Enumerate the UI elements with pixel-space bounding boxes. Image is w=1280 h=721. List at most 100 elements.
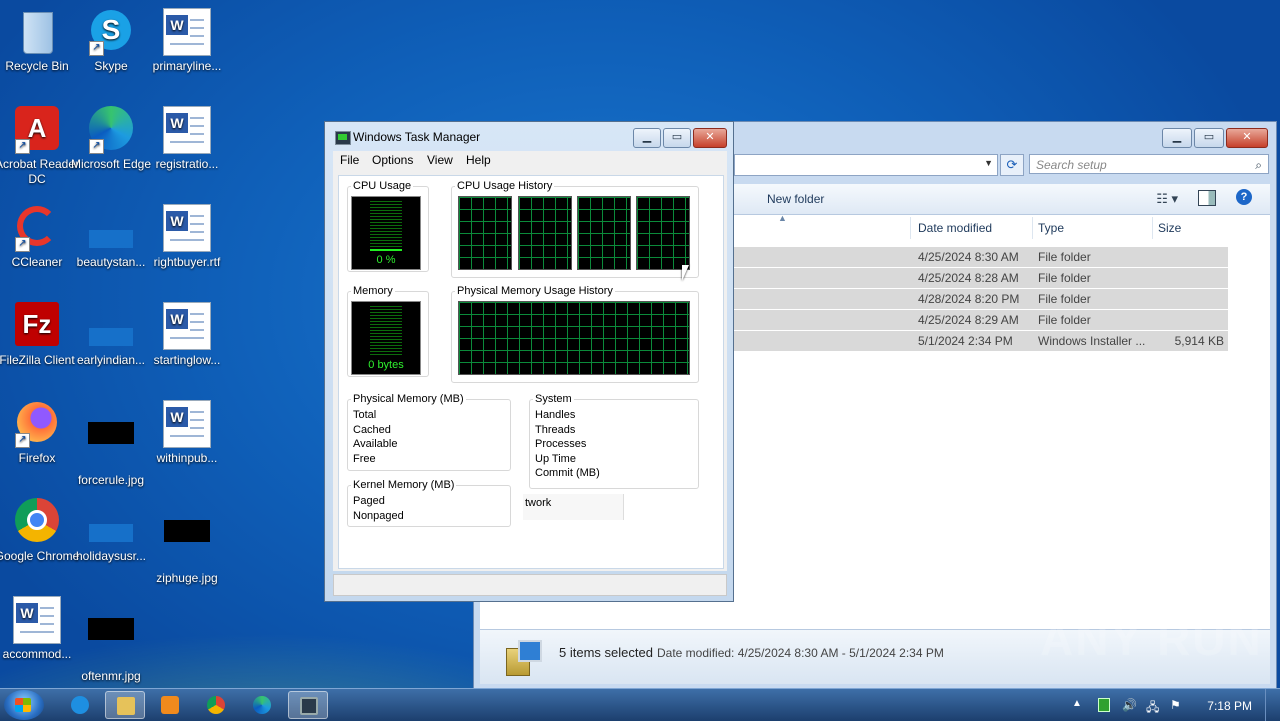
minimize-button[interactable]: ▁ — [633, 128, 661, 148]
tray-expand-icon[interactable]: ▲ — [1072, 698, 1082, 709]
desktop-icon-forcerule[interactable]: forcerule.jpg — [68, 400, 154, 488]
close-button[interactable]: ✕ — [693, 128, 727, 148]
file-size: 5,914 KB — [1174, 334, 1224, 348]
word-document-icon: W — [13, 596, 61, 644]
mouse-cursor-icon — [682, 265, 689, 281]
desktop-icon-label: Skype — [94, 59, 128, 73]
cpu-usage-fill — [370, 249, 402, 251]
memory-label: Memory — [351, 285, 395, 297]
recycle-bin-icon — [13, 8, 61, 56]
desktop-icon-label: Microsoft Edge — [70, 157, 152, 171]
taskbar-media-player[interactable] — [150, 691, 190, 719]
shortcut-arrow-icon: ↗ — [15, 237, 30, 252]
cpu-usage-value: 0 % — [376, 254, 396, 266]
taskbar-ie[interactable] — [60, 691, 100, 719]
stat-up-time: Up Time — [535, 453, 576, 465]
taskbar-task-manager[interactable] — [288, 691, 328, 719]
help-icon[interactable]: ? — [1236, 189, 1252, 205]
column-separator — [910, 217, 911, 239]
stat-handles: Handles — [535, 409, 576, 421]
chrome-icon — [207, 696, 225, 714]
desktop-icon-earlyindian[interactable]: earlyindian... — [68, 302, 154, 368]
desktop-icon-startinglow[interactable]: W startinglow... — [144, 302, 230, 368]
desktop-icon-withinpub[interactable]: W withinpub... — [144, 400, 230, 466]
desktop-icon-edge[interactable]: ↗ Microsoft Edge — [68, 106, 154, 172]
desktop-icon-beautystan[interactable]: beautystan... — [68, 204, 154, 270]
task-manager-icon — [335, 131, 351, 145]
desktop-icon-label: Firefox — [18, 451, 56, 465]
ccleaner-icon: ↗ — [13, 204, 61, 252]
maximize-button[interactable]: ▭ — [663, 128, 691, 148]
cpu-history-label: CPU Usage History — [455, 180, 555, 192]
maximize-button[interactable]: ▭ — [1194, 128, 1224, 148]
taskbar-clock[interactable]: 7:18 PM — [1207, 699, 1252, 713]
chrome-icon — [13, 498, 61, 546]
task-manager-caption-buttons: ▁ ▭ ✕ — [633, 128, 727, 148]
new-folder-button[interactable]: New folder — [767, 192, 824, 206]
desktop-icon-label: holidaysusr... — [75, 549, 147, 563]
start-button[interactable] — [4, 690, 44, 720]
taskbar-edge[interactable] — [242, 691, 282, 719]
desktop-icon-rightbuyer[interactable]: W rightbuyer.rtf — [144, 204, 230, 270]
chevron-down-icon[interactable]: ▼ — [984, 158, 993, 168]
word-document-icon: W — [163, 106, 211, 154]
stat-free: Free — [353, 453, 376, 465]
minimize-button[interactable]: ▁ — [1162, 128, 1192, 148]
refresh-button[interactable]: ⟳ — [1000, 154, 1024, 176]
memory-value: 0 bytes — [368, 359, 404, 371]
image-file-icon — [87, 302, 135, 350]
column-header-type[interactable]: Type — [1038, 221, 1064, 235]
menu-file[interactable]: File — [340, 153, 359, 167]
file-date: 4/25/2024 8:28 AM — [918, 271, 1019, 285]
file-date: 4/28/2024 8:20 PM — [918, 292, 1020, 306]
menu-view[interactable]: View — [427, 153, 453, 167]
performance-tab-body: CPU Usage 0 % CPU Usage History Memory 0… — [333, 169, 727, 571]
taskbar-chrome[interactable] — [196, 691, 236, 719]
sort-arrow-icon: ▲ — [778, 213, 787, 223]
window-title: Windows Task Manager — [353, 130, 481, 144]
desktop-icon-registratio[interactable]: W registratio... — [144, 106, 230, 172]
selection-date-range: Date modified: 4/25/2024 8:30 AM - 5/1/2… — [657, 646, 944, 660]
desktop-icon-holidaysusr[interactable]: holidaysusr... — [68, 498, 154, 564]
desktop-icon-skype[interactable]: S ↗ Skype — [68, 8, 154, 74]
image-file-icon — [87, 618, 135, 666]
shortcut-arrow-icon: ↗ — [15, 433, 30, 448]
task-manager-status-bar — [333, 574, 727, 596]
action-center-flag-icon[interactable]: ⚑ — [1170, 698, 1181, 712]
menu-options[interactable]: Options — [372, 153, 413, 167]
desktop-icon-label: accommod... — [2, 647, 72, 661]
taskbar-explorer[interactable] — [105, 691, 145, 719]
cpu-history-graph-core-4 — [636, 196, 690, 270]
partial-network-label: twork — [525, 497, 552, 509]
desktop-icon-label: rightbuyer.rtf — [153, 255, 221, 269]
folder-icon — [117, 697, 135, 715]
column-header-date-modified[interactable]: Date modified — [918, 221, 992, 235]
desktop-icon-primaryline[interactable]: W primaryline... — [144, 8, 230, 74]
partial-network-tab: twork — [523, 494, 624, 520]
desktop-icon-ziphuge[interactable]: ziphuge.jpg — [144, 498, 230, 586]
stat-cached: Cached — [353, 424, 391, 436]
menu-help[interactable]: Help — [466, 153, 491, 167]
show-desktop-button[interactable] — [1265, 689, 1280, 721]
image-file-icon — [87, 422, 135, 470]
close-button[interactable]: ✕ — [1226, 128, 1268, 148]
network-icon[interactable]: 🖧 — [1146, 698, 1159, 719]
column-header-size[interactable]: Size — [1158, 221, 1181, 235]
desktop-icon-label: primaryline... — [152, 59, 222, 73]
change-view-icon[interactable]: ☷ ▾ — [1156, 191, 1178, 207]
file-type: File folder — [1038, 292, 1091, 306]
stat-available: Available — [353, 438, 398, 450]
desktop-icon-label: ziphuge.jpg — [156, 571, 218, 585]
physical-memory-label: Physical Memory (MB) — [351, 393, 466, 405]
preview-pane-icon[interactable] — [1198, 190, 1216, 206]
shortcut-arrow-icon: ↗ — [89, 139, 104, 154]
address-bar[interactable]: ▼ — [734, 154, 998, 176]
stat-threads: Threads — [535, 424, 576, 436]
desktop-icon-oftenmr[interactable]: oftenmr.jpg — [68, 596, 154, 684]
memory-history-group: Physical Memory Usage History — [451, 285, 699, 383]
stat-nonpaged: Nonpaged — [353, 510, 404, 522]
volume-icon[interactable]: 🔊 — [1122, 698, 1137, 712]
search-input[interactable]: Search setup ⌕ — [1029, 154, 1269, 174]
edge-icon: ↗ — [87, 106, 135, 154]
tray-task-manager-icon[interactable] — [1098, 698, 1110, 712]
